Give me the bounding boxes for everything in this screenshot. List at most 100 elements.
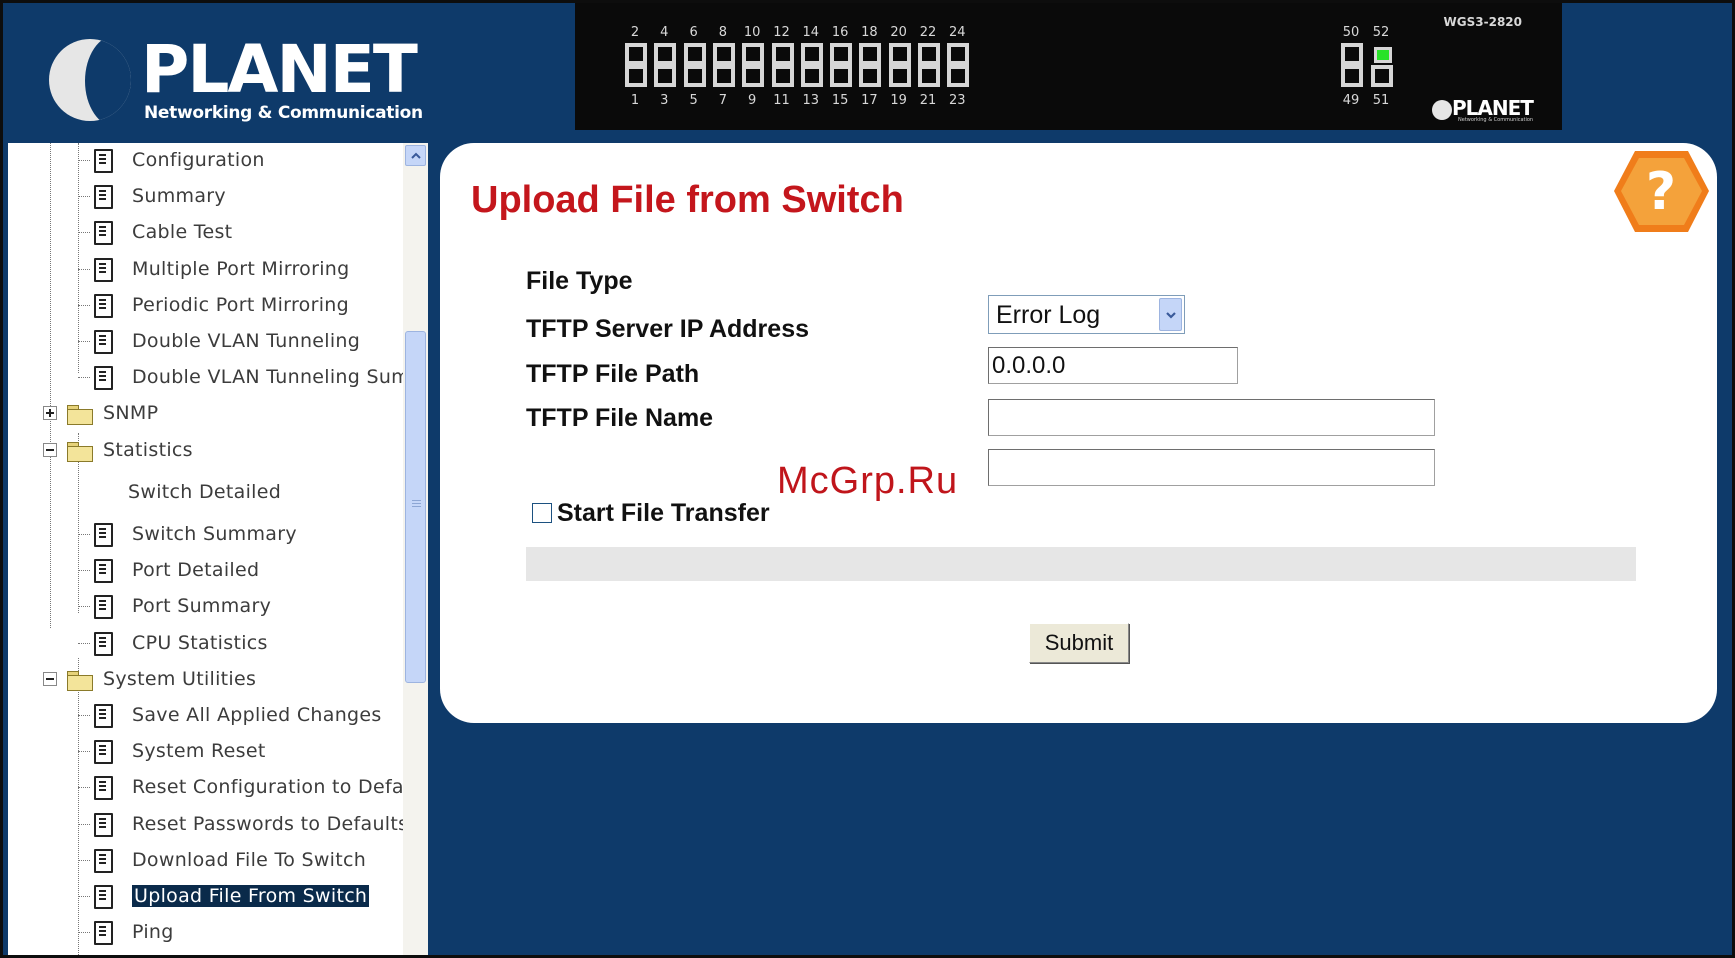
- folder-icon: [67, 669, 93, 691]
- sidebar-item-switch-summary[interactable]: Switch Summary: [92, 517, 297, 551]
- port-20: [888, 43, 911, 65]
- document-icon: [92, 257, 113, 282]
- start-transfer-checkbox[interactable]: [532, 503, 552, 523]
- document-icon: [92, 558, 113, 584]
- sidebar-item-configuration[interactable]: Configuration: [92, 143, 265, 177]
- port-6: [683, 43, 706, 65]
- port-number: 22: [919, 25, 937, 40]
- sidebar-item-download-file-to-switch[interactable]: Download File To Switch: [92, 843, 366, 877]
- port-52: [1374, 47, 1392, 63]
- port-7: [712, 65, 735, 87]
- sidebar-item-system-reset[interactable]: System Reset: [92, 734, 266, 768]
- document-icon: [92, 522, 113, 547]
- planet-logo-icon: [49, 39, 131, 121]
- scroll-thumb[interactable]: [405, 331, 426, 683]
- port-number: 21: [919, 93, 937, 108]
- expand-icon[interactable]: [43, 406, 57, 421]
- port-14: [800, 43, 823, 65]
- port-8: [712, 43, 735, 65]
- port-22: [918, 43, 940, 65]
- port-number: 9: [748, 93, 757, 108]
- submit-button[interactable]: Submit: [1029, 623, 1129, 663]
- collapse-icon[interactable]: [43, 442, 57, 457]
- sidebar-item-port-detailed[interactable]: Port Detailed: [92, 553, 259, 587]
- tftp-name-label: TFTP File Name: [526, 404, 714, 432]
- port-51: [1371, 65, 1393, 87]
- sidebar-item-statistics[interactable]: Statistics: [43, 433, 193, 467]
- sidebar-item-cpu-statistics[interactable]: CPU Statistics: [92, 626, 268, 660]
- sidebar-item-reset-configuration-to-defau[interactable]: Reset Configuration to Defau: [92, 770, 416, 804]
- sidebar-item-cable-test[interactable]: Cable Test: [92, 215, 232, 249]
- port-number: 52: [1372, 25, 1390, 40]
- port-9: [742, 65, 765, 87]
- sidebar-item-label: Upload File From Switch: [132, 885, 370, 907]
- chevron-down-icon[interactable]: [1159, 298, 1182, 331]
- tftp-name-input[interactable]: [988, 449, 1435, 486]
- sidebar-item-save-all-applied-changes[interactable]: Save All Applied Changes: [92, 698, 382, 732]
- port-5: [683, 65, 706, 87]
- document-icon: [92, 329, 113, 354]
- port-number: 6: [689, 25, 698, 40]
- sidebar-item-ping[interactable]: Ping: [92, 915, 174, 949]
- port-12: [771, 43, 794, 65]
- app-frame: PLANET Networking & Communication WGS3-2…: [3, 3, 1732, 955]
- document-icon: [92, 775, 113, 801]
- sidebar-item-reset-passwords-to-defaults[interactable]: Reset Passwords to Defaults: [92, 807, 408, 841]
- sidebar-item-label: Double VLAN Tunneling Summ: [132, 366, 428, 389]
- start-transfer-label[interactable]: Start File Transfer: [557, 499, 770, 528]
- port-19: [888, 65, 911, 87]
- sidebar-item-system-utilities[interactable]: System Utilities: [43, 662, 256, 696]
- port-number: 24: [949, 25, 966, 40]
- tftp-ip-input[interactable]: [988, 347, 1238, 384]
- device-model: WGS3-2820: [1443, 15, 1522, 29]
- sidebar-item-switch-detailed[interactable]: Switch Detailed: [128, 475, 281, 509]
- document-icon: [92, 220, 113, 246]
- sidebar-item-summary[interactable]: Summary: [92, 179, 226, 213]
- port-number: 18: [861, 25, 878, 40]
- sidebar-item-label: Save All Applied Changes: [132, 704, 382, 726]
- sidebar-item-port-summary[interactable]: Port Summary: [92, 589, 271, 623]
- sidebar-scrollbar[interactable]: [403, 143, 428, 955]
- sidebar-item-label: Double VLAN Tunneling: [132, 330, 361, 352]
- planet-logo: PLANET Networking & Communication: [49, 37, 423, 129]
- sidebar-item-double-vlan-tunneling[interactable]: Double VLAN Tunneling: [92, 324, 360, 358]
- port-number: 20: [890, 25, 907, 40]
- port-23: [947, 65, 970, 87]
- sidebar-item-label: Switch Detailed: [128, 480, 282, 503]
- port-number: 14: [802, 25, 820, 40]
- sidebar-item-label: Multiple Port Mirroring: [132, 257, 350, 280]
- scroll-up-button[interactable]: [405, 145, 426, 166]
- logo-brand: PLANET: [141, 31, 418, 108]
- port-18: [859, 43, 882, 65]
- sidebar-item-snmp[interactable]: SNMP: [43, 396, 158, 430]
- port-4: [654, 43, 677, 65]
- port-49: [1341, 65, 1363, 87]
- port-2: [625, 43, 647, 65]
- sidebar-item-upload-file-from-switch[interactable]: Upload File From Switch: [92, 879, 370, 913]
- sidebar-item-label: SNMP: [103, 402, 159, 425]
- port-21: [918, 65, 940, 87]
- file-type-select[interactable]: Error Log: [988, 295, 1185, 334]
- watermark: McGrp.Ru: [777, 460, 959, 502]
- file-type-label: File Type: [526, 267, 633, 295]
- document-icon: [92, 184, 113, 210]
- port-number: 5: [689, 93, 698, 108]
- navigation-tree: Configuration Summary Cable Test Multiple P…: [8, 143, 428, 955]
- question-icon[interactable]: ?: [1613, 149, 1710, 234]
- sidebar-item-label: System Utilities: [103, 667, 257, 690]
- transfer-status-bar: [526, 547, 1636, 581]
- sidebar-item-periodic-port-mirroring[interactable]: Periodic Port Mirroring: [92, 288, 349, 322]
- sidebar-item-label: System Reset: [132, 740, 266, 763]
- collapse-icon[interactable]: [43, 671, 57, 686]
- port-15: [830, 65, 853, 87]
- tftp-path-input[interactable]: [988, 399, 1435, 436]
- sidebar-item-double-vlan-tunneling-summ[interactable]: Double VLAN Tunneling Summ: [92, 360, 428, 394]
- sidebar-item-multiple-port-mirroring[interactable]: Multiple Port Mirroring: [92, 252, 349, 286]
- sidebar-item-label: Statistics: [103, 438, 193, 461]
- folder-icon: [67, 440, 93, 462]
- sidebar-item-label: Configuration: [132, 149, 265, 171]
- port-number: 16: [831, 25, 849, 40]
- document-icon: [92, 631, 113, 656]
- document-icon: [92, 365, 113, 391]
- port-number: 23: [949, 93, 966, 108]
